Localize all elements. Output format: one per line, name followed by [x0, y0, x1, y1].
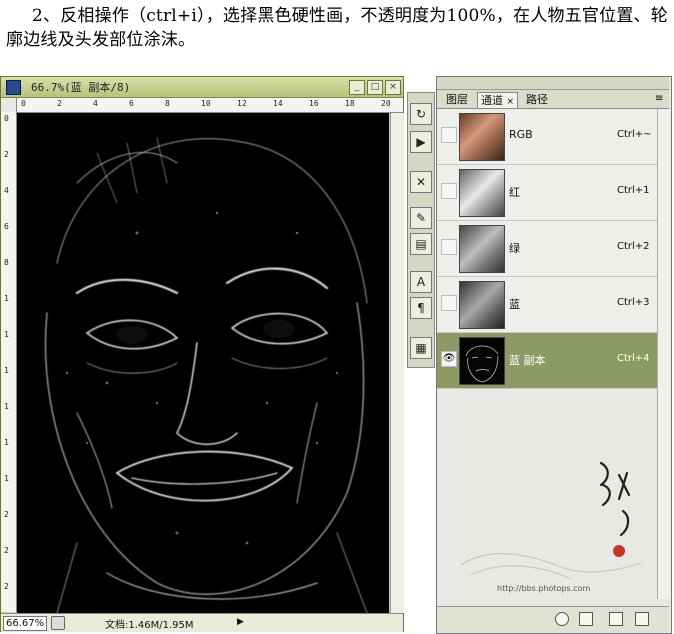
- minimize-button[interactable]: _: [349, 80, 365, 95]
- paragraph-icon[interactable]: ¶: [410, 297, 432, 319]
- visibility-toggle[interactable]: [441, 183, 457, 199]
- watermark-url: http://bbs.photops.com: [497, 584, 591, 593]
- new-channel-icon[interactable]: [609, 612, 623, 626]
- ruler-tick-label: 1: [4, 474, 9, 483]
- actions-icon[interactable]: ▶: [410, 131, 432, 153]
- ruler-tick-label: 6: [129, 99, 134, 108]
- channel-shortcut: Ctrl+1: [617, 185, 650, 196]
- ruler-origin[interactable]: [1, 98, 17, 113]
- document-window: 66.7%(蓝 副本/8) _ □ × 0 2 4 6 8 10 12 14 16 18 20 02…: [0, 76, 404, 632]
- ruler-tick-label: 4: [93, 99, 98, 108]
- ruler-tick-label: 6: [4, 222, 9, 231]
- maximize-button[interactable]: □: [367, 80, 383, 95]
- ruler-tick-label: 2: [4, 546, 9, 555]
- vertical-scrollbar[interactable]: [390, 113, 404, 613]
- tab-layers[interactable]: 图层: [443, 92, 471, 107]
- ruler-tick-label: 2: [4, 150, 9, 159]
- ruler-tick-label: 4: [4, 186, 9, 195]
- photoshop-icon: [6, 80, 21, 95]
- channel-shortcut: Ctrl+3: [617, 297, 650, 308]
- history-icon[interactable]: ↻: [410, 103, 432, 125]
- panel-tabs: 图层 通道 × 路径 ≡: [437, 90, 669, 109]
- ruler-tick-label: 1: [4, 402, 9, 411]
- channel-name: 绿: [509, 242, 520, 255]
- ruler-tick-label: 1: [4, 330, 9, 339]
- channel-thumbnail: [459, 337, 505, 385]
- clone-source-icon[interactable]: ▤: [410, 233, 432, 255]
- ruler-tick-label: 16: [309, 99, 319, 108]
- character-icon[interactable]: A: [410, 271, 432, 293]
- tool-presets-icon[interactable]: ✕: [410, 171, 432, 193]
- visibility-toggle[interactable]: [441, 295, 457, 311]
- ruler-tick-label: 10: [201, 99, 211, 108]
- channel-row-blue[interactable]: 蓝 Ctrl+3: [437, 277, 657, 333]
- eye-icon[interactable]: 👁: [441, 351, 457, 367]
- channel-row-red[interactable]: 红 Ctrl+1: [437, 165, 657, 221]
- channel-row-rgb[interactable]: RGB Ctrl+~: [437, 109, 657, 165]
- channel-name: 蓝: [509, 298, 520, 311]
- zoom-level-field[interactable]: 66.67%: [3, 616, 47, 631]
- close-button[interactable]: ×: [385, 80, 401, 95]
- ruler-tick-label: 1: [4, 294, 9, 303]
- ruler-tick-label: 2: [4, 582, 9, 591]
- channel-shortcut: Ctrl+~: [617, 129, 652, 140]
- ruler-tick-label: 20: [381, 99, 391, 108]
- channel-thumbnail: [459, 169, 505, 217]
- channels-panel: 图层 通道 × 路径 ≡ RGB Ctrl+~ 红 Ctrl+1 绿 Ctrl+…: [436, 76, 672, 634]
- inverted-face-image: [17, 113, 389, 613]
- status-bar: 66.67% 文档:1.46M/1.95M ▶: [1, 613, 403, 632]
- channel-shortcut: Ctrl+4: [617, 353, 650, 364]
- channel-row-blue-copy[interactable]: 👁 蓝 副本 Ctrl+4: [437, 333, 657, 389]
- visibility-toggle[interactable]: [441, 127, 457, 143]
- tab-channels[interactable]: 通道 ×: [477, 92, 519, 108]
- ruler-tick-label: 0: [4, 114, 9, 123]
- status-menu-icon[interactable]: [51, 616, 65, 630]
- image-canvas[interactable]: [17, 113, 389, 613]
- channel-shortcut: Ctrl+2: [617, 241, 650, 252]
- ruler-tick-label: 8: [4, 258, 9, 267]
- channel-name: 红: [509, 186, 520, 199]
- ruler-tick-label: 1: [4, 366, 9, 375]
- channel-name: 蓝 副本: [509, 354, 546, 367]
- panel-bottom-toolbar: [437, 606, 669, 632]
- channel-row-green[interactable]: 绿 Ctrl+2: [437, 221, 657, 277]
- channel-thumbnail: [459, 113, 505, 161]
- panel-dock-strip: ↻ ▶ ✕ ✎ ▤ A ¶ ▦: [407, 92, 435, 368]
- vertical-ruler[interactable]: 0 2 4 6 8 1 1 1 1 1 1 2 2 2: [1, 112, 17, 612]
- tutorial-caption: 2、反相操作（ctrl+i），选择黑色硬性画，不透明度为100%，在人物五官位置…: [6, 6, 668, 50]
- ruler-tick-label: 1: [4, 438, 9, 447]
- document-title: 66.7%(蓝 副本/8): [31, 81, 131, 94]
- status-arrow-icon[interactable]: ▶: [237, 617, 244, 627]
- panel-scrollbar[interactable]: [657, 109, 670, 599]
- layer-comps-icon[interactable]: ▦: [410, 337, 432, 359]
- panel-menu-icon[interactable]: ≡: [655, 93, 663, 104]
- visibility-toggle[interactable]: [441, 239, 457, 255]
- ruler-tick-label: 2: [57, 99, 62, 108]
- document-size-info: 文档:1.46M/1.95M: [105, 620, 194, 631]
- ruler-tick-label: 0: [21, 99, 26, 108]
- trash-icon[interactable]: [635, 612, 649, 626]
- brushes-icon[interactable]: ✎: [410, 207, 432, 229]
- channel-thumbnail: [459, 225, 505, 273]
- panel-header[interactable]: [437, 77, 669, 90]
- ruler-tick-label: 18: [345, 99, 355, 108]
- channel-thumbnail: [459, 281, 505, 329]
- channel-list: RGB Ctrl+~ 红 Ctrl+1 绿 Ctrl+2 蓝 Ctrl+3 👁: [437, 109, 657, 405]
- save-selection-icon[interactable]: [579, 612, 593, 626]
- channel-name: RGB: [509, 128, 533, 141]
- tab-close-icon[interactable]: ×: [507, 97, 515, 107]
- tab-paths[interactable]: 路径: [523, 92, 551, 107]
- inverted-thumbnail-image: [465, 345, 499, 383]
- ruler-tick-label: 12: [237, 99, 247, 108]
- tab-channels-label: 通道: [481, 94, 503, 107]
- horizontal-ruler[interactable]: 0 2 4 6 8 10 12 14 16 18 20: [17, 98, 403, 113]
- load-selection-icon[interactable]: [555, 612, 569, 626]
- document-titlebar[interactable]: 66.7%(蓝 副本/8) _ □ ×: [1, 77, 403, 98]
- ruler-tick-label: 14: [273, 99, 283, 108]
- ruler-tick-label: 8: [165, 99, 170, 108]
- ruler-tick-label: 2: [4, 510, 9, 519]
